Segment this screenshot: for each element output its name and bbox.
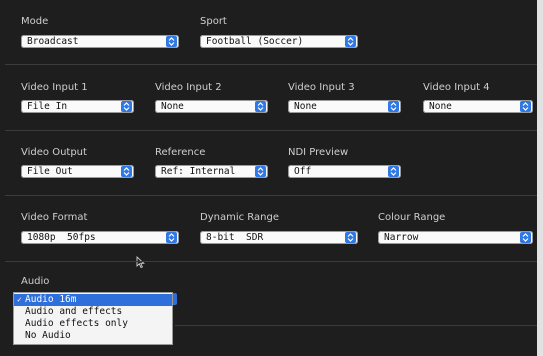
video-input-1-value: File In xyxy=(27,101,68,112)
colour-range-value: Narrow xyxy=(384,232,419,243)
dynamic-range-label: Dynamic Range xyxy=(200,212,279,223)
ndi-preview-select[interactable]: Off xyxy=(288,165,401,178)
divider xyxy=(175,325,537,326)
video-format-value: 1080p 50fps xyxy=(27,232,96,243)
divider xyxy=(5,64,537,65)
video-input-4-value: None xyxy=(429,101,452,112)
divider xyxy=(5,130,537,131)
video-format-label: Video Format xyxy=(21,212,88,223)
reference-select[interactable]: Ref: Internal xyxy=(155,165,268,178)
audio-dropdown-menu[interactable]: ✓ Audio 16m Audio and effects Audio effec… xyxy=(13,292,173,345)
video-input-4-select[interactable]: None xyxy=(423,100,533,113)
sport-label: Sport xyxy=(200,16,227,27)
mode-label: Mode xyxy=(21,16,49,27)
video-output-select[interactable]: File Out xyxy=(21,165,134,178)
video-format-select[interactable]: 1080p 50fps xyxy=(21,231,179,244)
reference-label: Reference xyxy=(155,147,206,158)
chevron-updown-icon xyxy=(345,232,356,243)
audio-option[interactable]: Audio effects only xyxy=(14,318,172,330)
dynamic-range-select[interactable]: 8-bit SDR xyxy=(200,231,358,244)
chevron-updown-icon xyxy=(345,36,356,47)
audio-select-edge xyxy=(173,293,177,305)
video-input-3-select[interactable]: None xyxy=(288,100,401,113)
video-input-1-select[interactable]: File In xyxy=(21,100,134,113)
chevron-updown-icon xyxy=(121,166,132,177)
ndi-preview-value: Off xyxy=(294,166,312,177)
mouse-pointer-icon xyxy=(136,256,145,269)
divider xyxy=(5,195,537,196)
checkmark-icon: ✓ xyxy=(17,295,22,304)
video-input-2-value: None xyxy=(161,101,184,112)
divider xyxy=(5,261,537,262)
video-output-label: Video Output xyxy=(21,147,87,158)
audio-option[interactable]: ✓ Audio 16m xyxy=(14,294,172,306)
sport-select[interactable]: Football (Soccer) xyxy=(200,35,358,48)
colour-range-label: Colour Range xyxy=(378,212,446,223)
video-input-3-label: Video Input 3 xyxy=(288,82,355,93)
chevron-updown-icon xyxy=(388,166,399,177)
ndi-preview-label: NDI Preview xyxy=(288,147,349,158)
video-output-value: File Out xyxy=(27,166,73,177)
chevron-updown-icon xyxy=(255,101,266,112)
mode-select[interactable]: Broadcast xyxy=(21,35,179,48)
chevron-updown-icon xyxy=(166,36,177,47)
chevron-updown-icon xyxy=(388,101,399,112)
audio-option[interactable]: Audio and effects xyxy=(14,306,172,318)
audio-option[interactable]: No Audio xyxy=(14,330,172,342)
mode-value: Broadcast xyxy=(27,36,79,47)
chevron-updown-icon xyxy=(121,101,132,112)
audio-label: Audio xyxy=(21,276,50,287)
chevron-updown-icon xyxy=(166,232,177,243)
sport-value: Football (Soccer) xyxy=(206,36,304,47)
colour-range-select[interactable]: Narrow xyxy=(378,231,533,244)
video-input-1-label: Video Input 1 xyxy=(21,82,88,93)
video-input-4-label: Video Input 4 xyxy=(423,82,490,93)
video-input-3-value: None xyxy=(294,101,317,112)
chevron-updown-icon xyxy=(255,166,266,177)
chevron-updown-icon xyxy=(520,101,531,112)
chevron-updown-icon xyxy=(520,232,531,243)
dynamic-range-value: 8-bit SDR xyxy=(206,232,264,243)
video-input-2-select[interactable]: None xyxy=(155,100,268,113)
video-input-2-label: Video Input 2 xyxy=(155,82,222,93)
reference-value: Ref: Internal xyxy=(161,166,236,177)
